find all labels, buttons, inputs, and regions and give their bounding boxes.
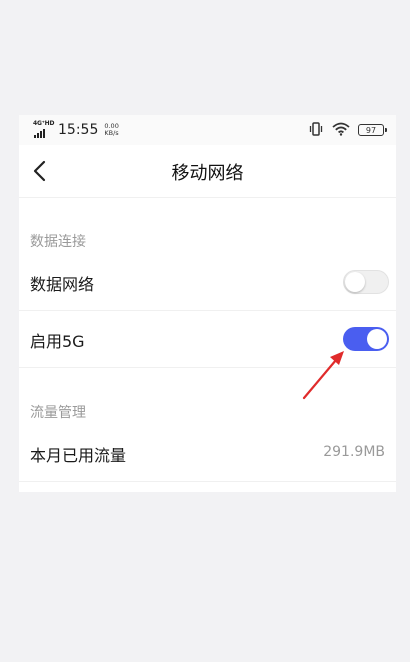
header: 移动网络 — [19, 145, 396, 198]
battery-level: 97 — [365, 125, 377, 135]
row-monthly-usage[interactable]: 本月已用流量 291.9MB — [19, 425, 396, 482]
status-time: 15:55 — [58, 122, 99, 138]
toggle-knob — [345, 272, 365, 292]
vibrate-icon — [308, 121, 324, 140]
toggle-knob — [367, 329, 387, 349]
monthly-usage-value: 291.9MB — [323, 444, 385, 460]
page-title: 移动网络 — [171, 163, 244, 184]
row-data-network[interactable]: 数据网络 — [19, 254, 396, 311]
speed-unit: KB/s — [104, 129, 119, 137]
network-speed: 0.00 KB/s — [104, 123, 118, 137]
battery-icon: 97 — [358, 124, 387, 136]
signal-icon: 4G⁺HD — [32, 120, 56, 140]
section-label-traffic-management: 流量管理 — [30, 405, 86, 421]
data-network-toggle[interactable] — [343, 270, 389, 294]
row-label: 本月已用流量 — [30, 446, 127, 465]
status-bar: 4G⁺HD 15:55 0.00 KB/s 97 — [19, 115, 396, 145]
row-label: 数据网络 — [30, 275, 95, 294]
row-enable-5g[interactable]: 启用5G — [19, 311, 396, 368]
section-label-data-connection: 数据连接 — [30, 234, 86, 250]
row-label: 启用5G — [30, 332, 85, 351]
phone-screen: 4G⁺HD 15:55 0.00 KB/s 97 移动网络 数据连接 数据网络 … — [19, 115, 396, 492]
wifi-icon — [332, 121, 350, 140]
network-type: 4G⁺HD — [33, 120, 55, 127]
enable-5g-toggle[interactable] — [343, 327, 389, 351]
